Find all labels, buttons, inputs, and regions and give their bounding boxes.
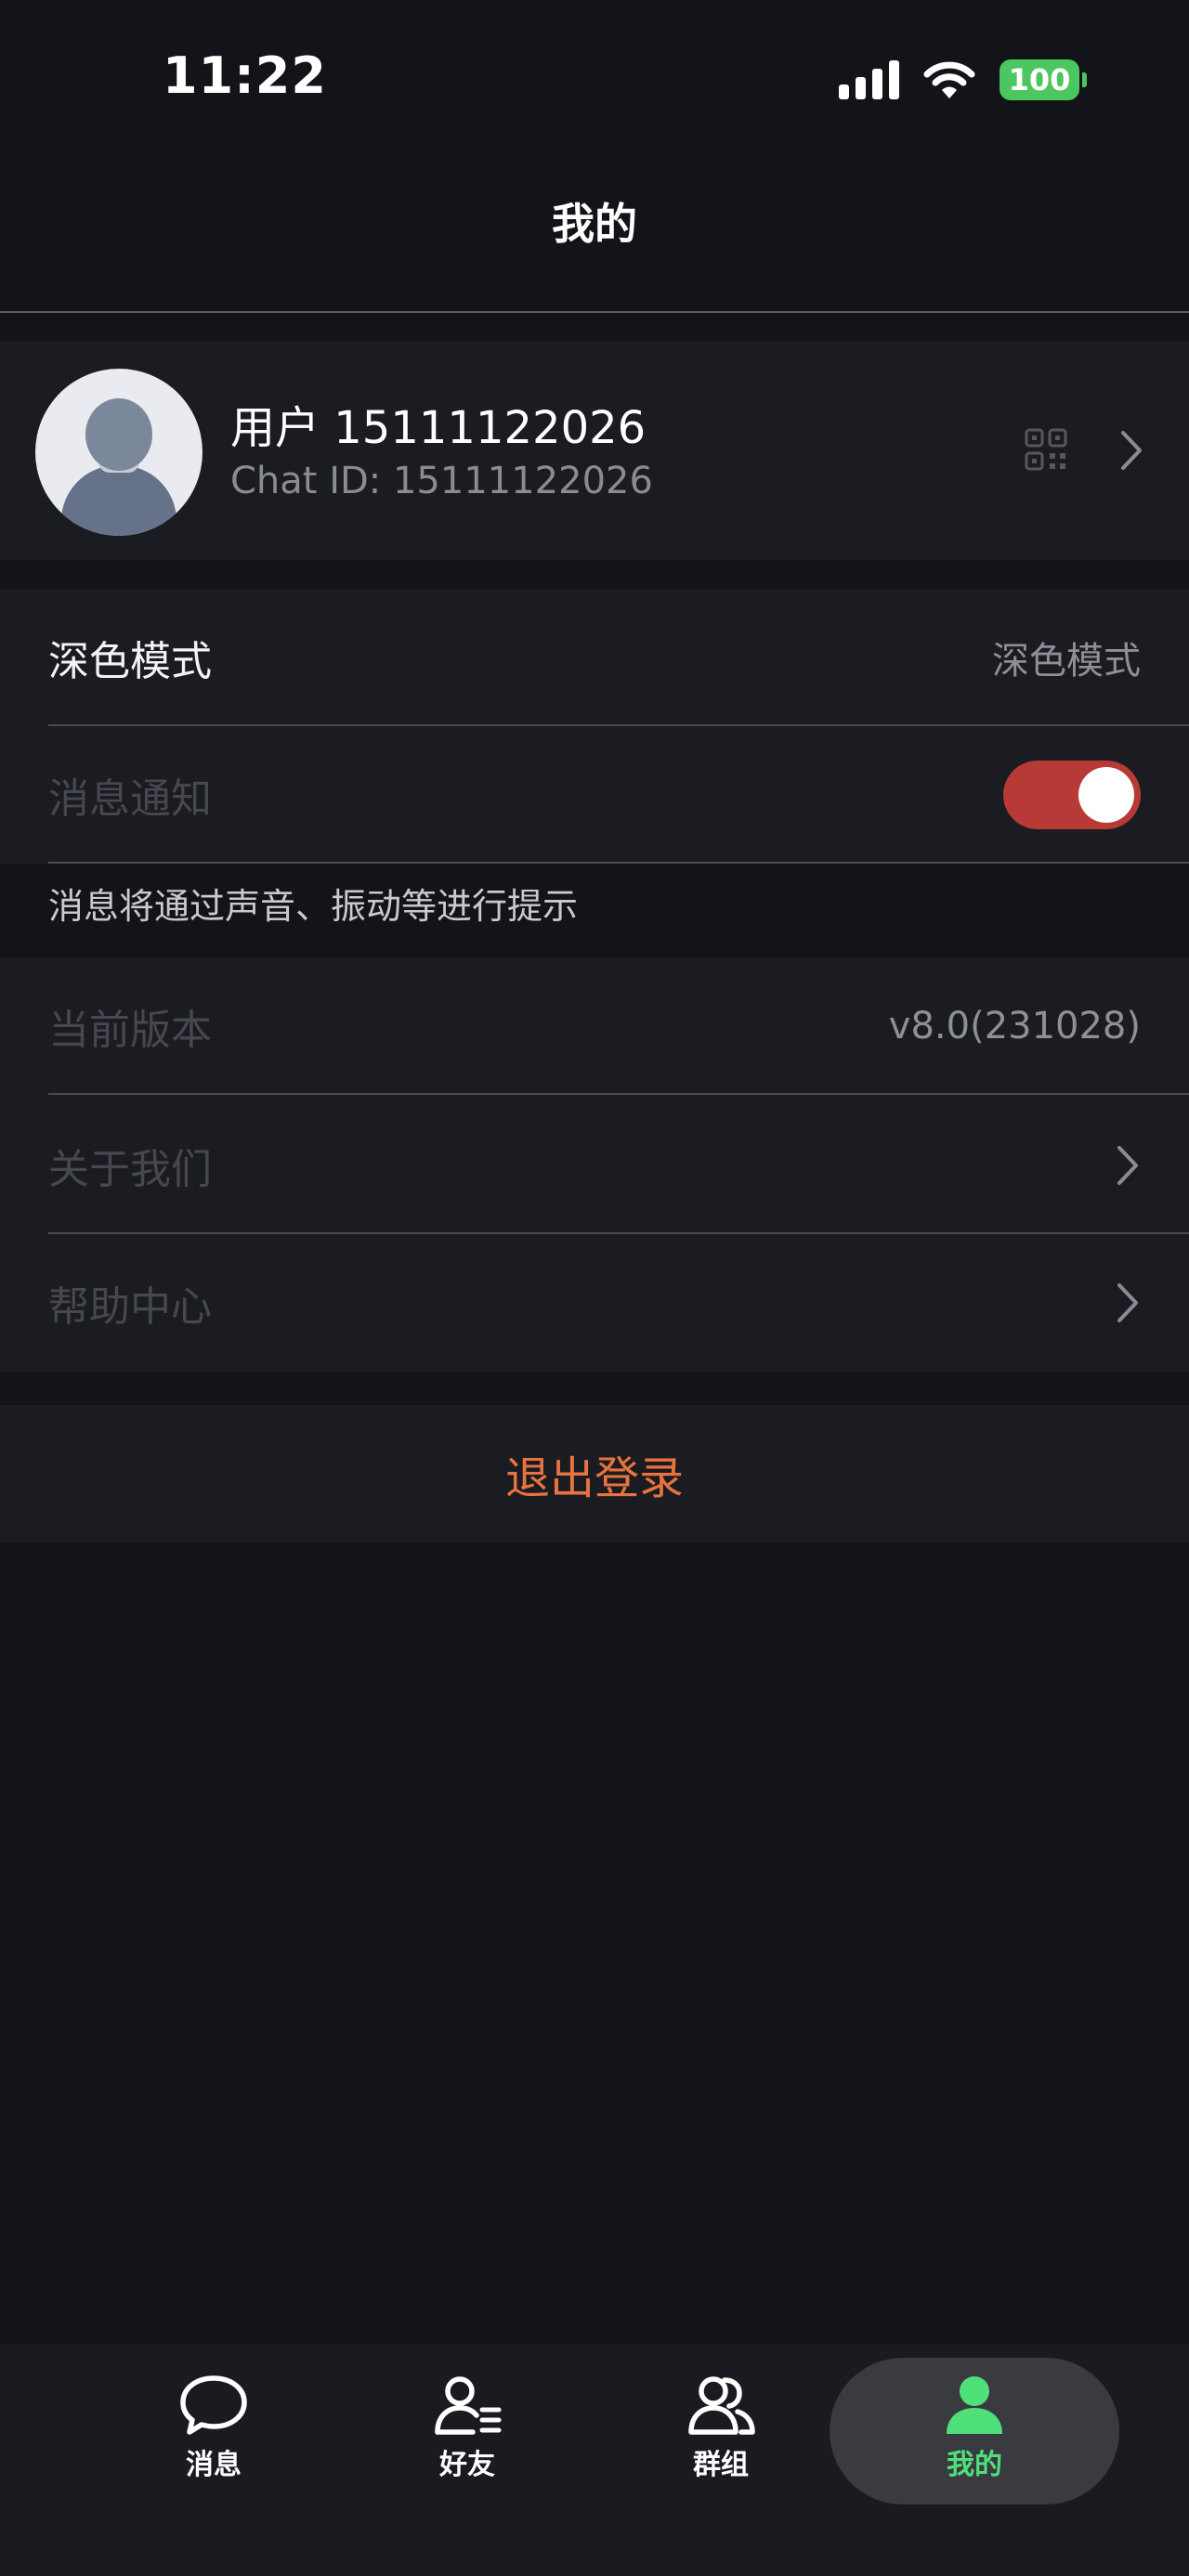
- help-center-row[interactable]: 帮助中心: [0, 1234, 1189, 1372]
- help-center-label: 帮助中心: [48, 1283, 212, 1331]
- status-time: 11:22: [163, 46, 327, 105]
- tab-label: 我的: [947, 2449, 1002, 2481]
- profile-name: 用户 15111122026: [230, 402, 647, 454]
- version-value: v8.0(231028): [888, 1005, 1141, 1047]
- notifications-row: 消息通知: [0, 726, 1189, 864]
- group-icon: [688, 2376, 755, 2435]
- chat-bubble-icon: [180, 2375, 247, 2435]
- notifications-hint: 消息将通过声音、振动等进行提示: [48, 886, 579, 927]
- dark-mode-value: 深色模式: [992, 640, 1141, 683]
- tab-messages[interactable]: 消息: [74, 2353, 353, 2502]
- chevron-right-icon[interactable]: [1118, 429, 1144, 472]
- chevron-right-icon: [1117, 1146, 1138, 1185]
- about-section: 当前版本 v8.0(231028) 关于我们 帮助中心: [0, 957, 1189, 1373]
- status-bar: 11:22 100: [0, 0, 1189, 158]
- settings-section: 深色模式 深色模式 消息通知: [0, 589, 1189, 864]
- tab-me[interactable]: 我的: [835, 2353, 1114, 2502]
- logout-button[interactable]: 退出登录: [0, 1405, 1189, 1542]
- profile-card[interactable]: 用户 15111122026 Chat ID: 15111122026: [0, 341, 1189, 560]
- tab-bar: 消息 好友 群组 我的: [0, 2344, 1189, 2576]
- profile-chat-id: Chat ID: 15111122026: [230, 460, 653, 502]
- cellular-signal-icon: [839, 60, 899, 99]
- dark-mode-label: 深色模式: [48, 638, 212, 685]
- battery-icon: 100: [1000, 59, 1087, 100]
- dark-mode-row[interactable]: 深色模式 深色模式: [0, 589, 1189, 726]
- row-divider: [48, 862, 1189, 864]
- notifications-label: 消息通知: [48, 775, 212, 823]
- notifications-toggle[interactable]: [1003, 761, 1141, 829]
- avatar[interactable]: [35, 369, 203, 536]
- person-icon: [947, 2376, 1002, 2434]
- status-icons: 100: [839, 54, 1087, 106]
- tab-label: 群组: [693, 2449, 749, 2481]
- version-row: 当前版本 v8.0(231028): [0, 957, 1189, 1095]
- tab-label: 好友: [439, 2449, 495, 2481]
- about-us-label: 关于我们: [48, 1146, 212, 1193]
- page-title: 我的: [552, 199, 637, 249]
- about-us-row[interactable]: 关于我们: [0, 1097, 1189, 1234]
- row-divider: [48, 1093, 1189, 1095]
- tab-label: 消息: [186, 2449, 242, 2481]
- wifi-icon: [923, 61, 975, 98]
- toggle-knob: [1078, 767, 1134, 823]
- tab-groups[interactable]: 群组: [581, 2353, 860, 2502]
- chevron-right-icon: [1117, 1283, 1138, 1322]
- tab-friends[interactable]: 好友: [328, 2353, 607, 2502]
- header-divider: [0, 311, 1189, 313]
- battery-level: 100: [1000, 59, 1079, 100]
- version-label: 当前版本: [48, 1007, 212, 1054]
- contacts-icon: [435, 2376, 502, 2435]
- qr-code-icon[interactable]: [1025, 428, 1067, 471]
- logout-label: 退出登录: [504, 1452, 684, 1504]
